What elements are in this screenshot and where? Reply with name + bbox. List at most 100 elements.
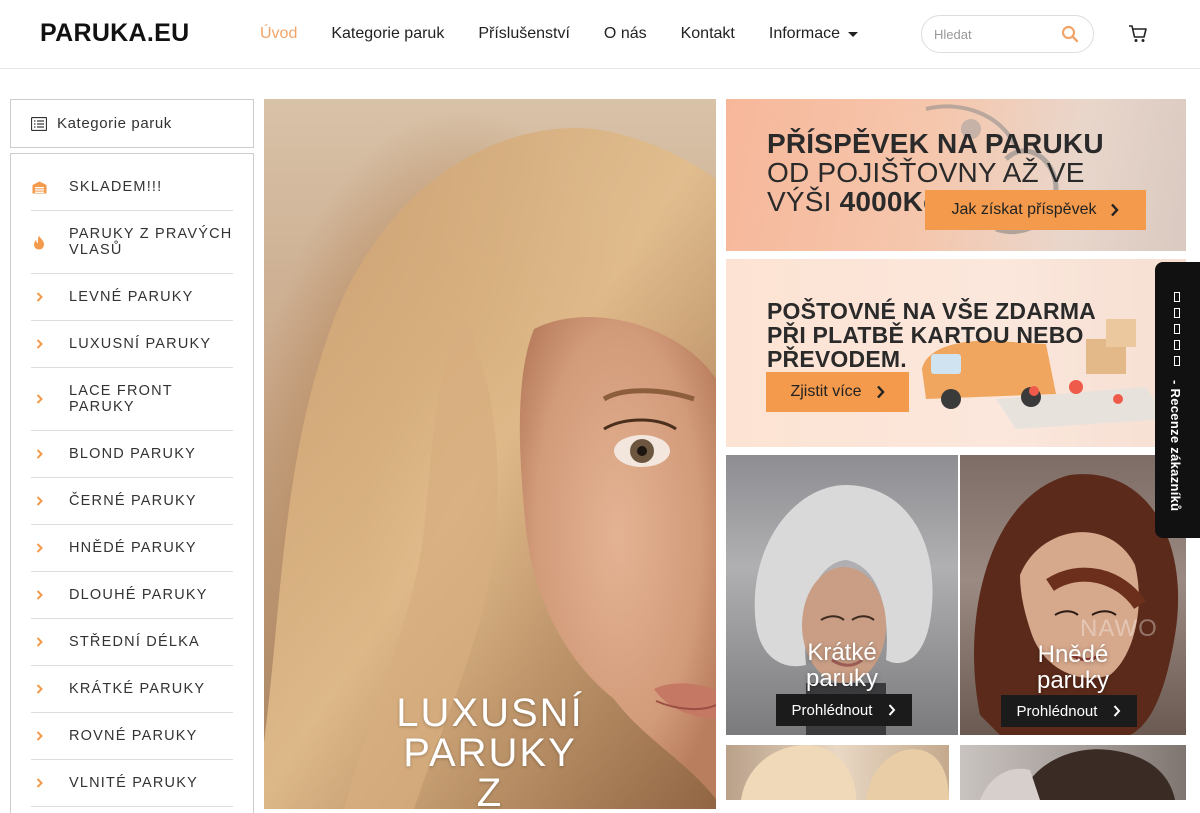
tile-title: Hnědé paruky [960, 642, 1186, 694]
insurance-amount-prefix: VÝŠI [767, 186, 832, 217]
sidebar-item-rovne-paruky[interactable]: ROVNÉ PARUKY [31, 713, 233, 760]
star-icon [1174, 340, 1180, 350]
categories-header-label: Kategorie paruk [57, 115, 172, 132]
sidebar-item-prave-vlasy[interactable]: PARUKY Z PRAVÝCH VLASŮ [31, 211, 233, 274]
main-nav: Úvod Kategorie paruk Příslušenství O nás… [260, 0, 892, 68]
tile-title-line: Hnědé [1037, 641, 1109, 668]
chevron-right-icon [36, 339, 43, 349]
sidebar-item-label: ČERNÉ PARUKY [69, 493, 197, 509]
button-label: Zjistit více [790, 383, 862, 400]
review-tab-label: - Recenze zákazníků [1168, 380, 1183, 512]
lace-front-wig-preview-image [980, 749, 1175, 800]
sidebar-item-label: LACE FRONT PARUKY [69, 383, 173, 415]
search-icon[interactable] [1061, 25, 1079, 43]
sidebar-item-label: LUXUSNÍ PARUKY [69, 336, 212, 352]
sidebar-item-label: LEVNÉ PARUKY [69, 289, 194, 305]
caret-down-icon [848, 31, 859, 37]
sidebar-item-label: ROVNÉ PARUKY [69, 728, 198, 744]
chevron-right-icon [876, 385, 885, 399]
nav-item-o-nas[interactable]: O nás [604, 25, 647, 43]
chevron-right-icon [889, 704, 896, 716]
categories-header[interactable]: Kategorie paruk [10, 99, 254, 148]
tile-watermark: NAWO [1080, 615, 1158, 642]
chevron-right-icon [36, 731, 43, 741]
chevron-right-icon [36, 449, 43, 459]
shipping-line: PŘEVODEM. [767, 346, 907, 372]
sidebar-item-hnede-paruky[interactable]: HNĚDÉ PARUKY [31, 525, 233, 572]
nav-item-informace-label: Informace [768, 25, 841, 42]
sidebar-item-label: KRÁTKÉ PARUKY [69, 681, 206, 697]
browse-button[interactable]: Prohlédnout [776, 694, 912, 726]
list-icon [31, 116, 47, 131]
nav-item-informace[interactable]: Informace [768, 25, 859, 43]
nav-item-kategorie-paruk[interactable]: Kategorie paruk [331, 25, 444, 43]
short-wig-model-image [754, 485, 933, 735]
shipping-line: PŘI PLATBĚ KARTOU NEBO [767, 322, 1084, 348]
search-box [921, 15, 1094, 53]
learn-more-button[interactable]: Zjistit více [766, 372, 909, 412]
warehouse-icon [32, 181, 46, 193]
tile-title-line: paruky [1036, 667, 1110, 694]
sidebar-item-label: DLOUHÉ PARUKY [69, 587, 208, 603]
insurance-subline: OD POJIŠŤOVNY AŽ VE [767, 157, 1085, 188]
sidebar-item-levne-paruky[interactable]: LEVNÉ PARUKY [31, 274, 233, 321]
sidebar-item-luxusni-paruky[interactable]: LUXUSNÍ PARUKY [31, 321, 233, 368]
chevron-right-icon [1111, 203, 1120, 217]
chevron-right-icon [36, 292, 43, 302]
chevron-right-icon [1114, 705, 1121, 717]
site-logo[interactable]: PARUKA.EU [40, 19, 189, 48]
customer-reviews-tab[interactable]: - Recenze zákazníků [1155, 262, 1200, 538]
sidebar-item-cerne-paruky[interactable]: ČERNÉ PARUKY [31, 478, 233, 525]
sidebar-item-skladem[interactable]: SKLADEM!!! [31, 164, 233, 211]
hero-title-line: Z [476, 771, 504, 809]
sidebar-item-label: PARUKY Z PRAVÝCH VLASŮ [69, 226, 233, 258]
chevron-right-icon [36, 543, 43, 553]
hero-title: LUXUSNÍ PARUKY Z [264, 693, 716, 809]
hero-banner[interactable]: LUXUSNÍ PARUKY Z [264, 99, 716, 809]
chevron-right-icon [36, 637, 43, 647]
star-icon [1174, 292, 1180, 302]
browse-button[interactable]: Prohlédnout [1001, 695, 1137, 727]
tile-title: Krátké paruky [726, 640, 958, 692]
button-label: Jak získat příspěvek [951, 201, 1097, 218]
category-tile-lace-front-preview[interactable] [960, 745, 1186, 800]
insurance-amount: 4000Kč [839, 186, 939, 217]
sidebar-item-kratke-paruky[interactable]: KRÁTKÉ PARUKY [31, 666, 233, 713]
shipping-line: POŠTOVNÉ NA VŠE ZDARMA [767, 298, 1096, 324]
cart-icon[interactable] [1128, 24, 1148, 44]
sidebar-item-lace-front-paruky[interactable]: LACE FRONT PARUKY [31, 368, 233, 431]
review-stars [1174, 292, 1182, 372]
sidebar-item-label: HNĚDÉ PARUKY [69, 540, 197, 556]
fire-icon [34, 235, 44, 249]
insurance-headline: PŘÍSPĚVEK NA PARUKU [767, 128, 1104, 159]
star-icon [1174, 356, 1180, 366]
tile-title-line: paruky [805, 665, 879, 692]
category-list: SKLADEM!!! PARUKY Z PRAVÝCH VLASŮ LEVNÉ … [10, 153, 254, 813]
sidebar-item-stredni-delka[interactable]: STŘEDNÍ DÉLKA [31, 619, 233, 666]
nav-item-kontakt[interactable]: Kontakt [681, 25, 735, 43]
category-tile-kratke-paruky[interactable]: Krátké paruky Prohlédnout [726, 455, 958, 735]
hero-title-line: PARUKY [403, 731, 577, 775]
category-tile-blond-preview[interactable] [726, 745, 949, 800]
nav-item-uvod[interactable]: Úvod [260, 25, 297, 43]
how-to-get-contribution-button[interactable]: Jak získat příspěvek [925, 190, 1146, 230]
sidebar-item-label: VLNITÉ PARUKY [69, 775, 198, 791]
chevron-right-icon [36, 684, 43, 694]
sidebar-item-label: SKLADEM!!! [69, 179, 163, 195]
button-label: Prohlédnout [1016, 702, 1098, 720]
site-header: PARUKA.EU Úvod Kategorie paruk Příslušen… [0, 0, 1200, 69]
sidebar-item-dlouhe-paruky[interactable]: DLOUHÉ PARUKY [31, 572, 233, 619]
sidebar-item-blond-paruky[interactable]: BLOND PARUKY [31, 431, 233, 478]
sidebar-item-label: STŘEDNÍ DÉLKA [69, 634, 200, 650]
star-icon [1174, 308, 1180, 318]
shipping-banner-text: POŠTOVNÉ NA VŠE ZDARMA PŘI PLATBĚ KARTOU… [767, 299, 1096, 371]
free-shipping-banner[interactable]: POŠTOVNÉ NA VŠE ZDARMA PŘI PLATBĚ KARTOU… [726, 259, 1186, 447]
chevron-right-icon [36, 590, 43, 600]
insurance-banner[interactable]: PŘÍSPĚVEK NA PARUKU OD POJIŠŤOVNY AŽ VE … [726, 99, 1186, 251]
chevron-right-icon [36, 778, 43, 788]
hero-title-line: LUXUSNÍ [396, 691, 584, 735]
sidebar-item-label: BLOND PARUKY [69, 446, 196, 462]
category-tile-hnede-paruky[interactable]: NAWO Hnědé paruky Prohlédnout [960, 455, 1186, 735]
search-input[interactable] [934, 25, 1054, 43]
nav-item-prislusenstvi[interactable]: Příslušenství [478, 25, 570, 43]
